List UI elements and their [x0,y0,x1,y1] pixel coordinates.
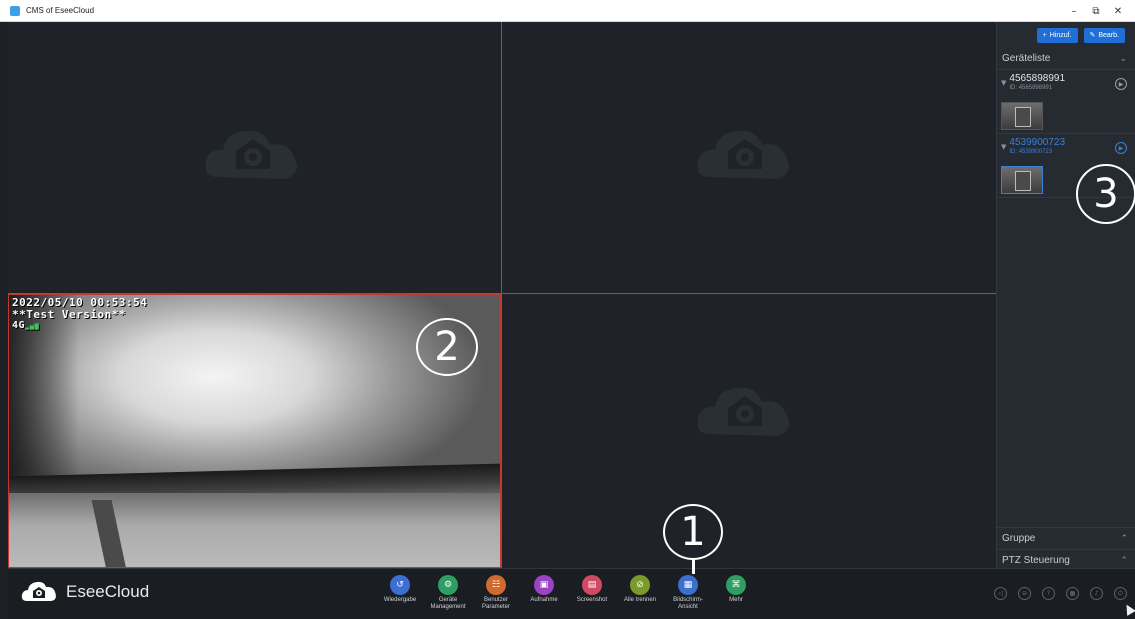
device-management-icon: ⚙ [438,575,458,595]
toolbar-actions: ↺ Wiedergabe ⚙ Geräte Management ☷ Benutzer P… [376,575,760,611]
eseecloud-logo-icon [21,581,56,601]
recording-button[interactable]: ▣ Aufnahme [520,575,568,611]
edit-icon: ✎ [1089,32,1096,39]
video-cell-4[interactable] [502,294,996,568]
device-list-header[interactable]: Geräteliste ⌄ [997,48,1135,70]
brand: EseeCloud [20,579,149,605]
channel-thumbnail[interactable] [1001,102,1043,130]
plus-icon: + [1042,31,1047,39]
help-icon[interactable]: ? [1042,587,1055,600]
signal-bars-icon: ▂▄▆ [25,322,40,330]
microphone-icon[interactable]: ♪ [1090,587,1103,600]
more-label: Mehr [729,597,743,603]
play-icon[interactable]: ▶ [1115,78,1127,90]
play-icon[interactable]: ▶ [1115,142,1127,154]
device-item-active[interactable]: ▼ 4539900723 ID: 4539900723 ▶ [997,134,1135,162]
maximize-button[interactable]: ⧉ [1085,0,1107,22]
callout-1: 1 [663,504,723,560]
device-management-label: Geräte Management [430,597,466,610]
edit-device-label: Bearb. [1098,31,1119,39]
screenshot-label: Screenshot [576,597,608,603]
close-button[interactable]: ✕ [1107,0,1129,22]
eseecloud-watermark-icon [690,374,800,454]
eseecloud-watermark-icon [690,117,800,197]
device-channel-row [997,98,1135,134]
add-device-label: Hinzuf. [1049,31,1072,39]
video-cell-1[interactable] [8,22,501,293]
screen-layout-icon: ▦ [678,575,698,595]
sidebar-actions: + Hinzuf. ✎ Bearb. [997,22,1135,48]
disconnect-all-label: Alle trennen [623,597,657,603]
chevron-up-icon: ⌃ [1120,555,1128,566]
layout-icon[interactable]: ▦ [1066,587,1079,600]
video-grid: 2022/05/10 00:53:54 **Test Version** 4G▂… [8,22,996,568]
minimize-button[interactable]: – [1063,0,1085,22]
window-title: CMS of EseeCloud [26,6,95,15]
grid-divider-vertical [501,22,502,568]
user-parameters-button[interactable]: ☷ Benutzer Parameter [472,575,520,611]
app-window: CMS of EseeCloud – ⧉ ✕ 2022/05/10 00:53:… [0,0,1135,619]
more-button[interactable]: ⌘ Mehr [712,575,760,611]
screenshot-button[interactable]: ▤ Screenshot [568,575,616,611]
device-item[interactable]: ▼ 4565898991 ID: 4565898991 ▶ [997,70,1135,98]
title-bar: CMS of EseeCloud – ⧉ ✕ [0,0,1135,22]
playback-button[interactable]: ↺ Wiedergabe [376,575,424,611]
chevron-down-icon: ⌄ [1119,53,1127,64]
user-parameters-icon: ☷ [486,575,506,595]
device-sidebar: + Hinzuf. ✎ Bearb. Geräteliste ⌄ ▼ 4565898… [996,22,1135,568]
brand-name: EseeCloud [66,582,150,601]
screen-layout-button[interactable]: ▦ Bildschirm- Ansicht [664,575,712,611]
user-parameters-label: Benutzer Parameter [481,597,510,610]
eseecloud-watermark-icon [198,117,308,197]
callout-3: 3 [1076,164,1135,224]
playback-icon: ↺ [390,575,410,595]
expand-triangle-icon: ▼ [1001,143,1007,151]
screenshot-icon: ▤ [582,575,602,595]
group-section-header[interactable]: Gruppe ⌃ [997,527,1135,549]
channel-thumbnail-selected[interactable] [1001,166,1043,194]
group-title: Gruppe [1002,533,1036,544]
device-name: 4539900723 [1009,137,1066,148]
app-logo-icon [10,5,20,16]
device-id: ID: 4565898991 [1009,85,1053,91]
callout-1-pointer [692,558,695,574]
zoom-out-icon[interactable]: ⊖ [1018,587,1031,600]
recording-label: Aufnahme [530,597,558,603]
device-management-button[interactable]: ⚙ Geräte Management [424,575,472,611]
recording-icon: ▣ [534,575,554,595]
disconnect-icon: ⊘ [630,575,650,595]
device-name: 4565898991 [1009,73,1066,84]
expand-triangle-icon: ▼ [1001,79,1007,87]
status-icons: ◁ ⊖? ▦ ♪ ⏻ [994,587,1127,600]
disconnect-all-button[interactable]: ⊘ Alle trennen [616,575,664,611]
more-icon: ⌘ [726,575,746,595]
chevron-up-icon: ⌃ [1120,533,1128,544]
ptz-title: PTZ Steuerung [1002,555,1070,566]
playback-label: Wiedergabe [383,597,417,603]
screen-layout-label: Bildschirm- Ansicht [673,597,703,610]
signal-label: 4G [12,320,26,331]
bottom-toolbar: EseeCloud ↺ Wiedergabe ⚙ Geräte Management ☷… [8,568,1135,619]
window-controls: – ⧉ ✕ [1063,0,1129,22]
add-device-button[interactable]: + Hinzuf. [1036,27,1078,43]
device-id: ID: 4539900723 [1009,149,1053,155]
device-list-title: Geräteliste [1002,53,1051,64]
video-cell-2[interactable] [502,22,996,293]
power-icon[interactable]: ⏻ [1114,587,1127,600]
osd-signal: 4G▂▄▆ [12,320,39,331]
edit-device-button[interactable]: ✎ Bearb. [1083,27,1125,43]
grid-divider-horizontal [8,293,996,294]
callout-2: 2 [416,318,478,376]
volume-icon[interactable]: ◁ [994,587,1007,600]
